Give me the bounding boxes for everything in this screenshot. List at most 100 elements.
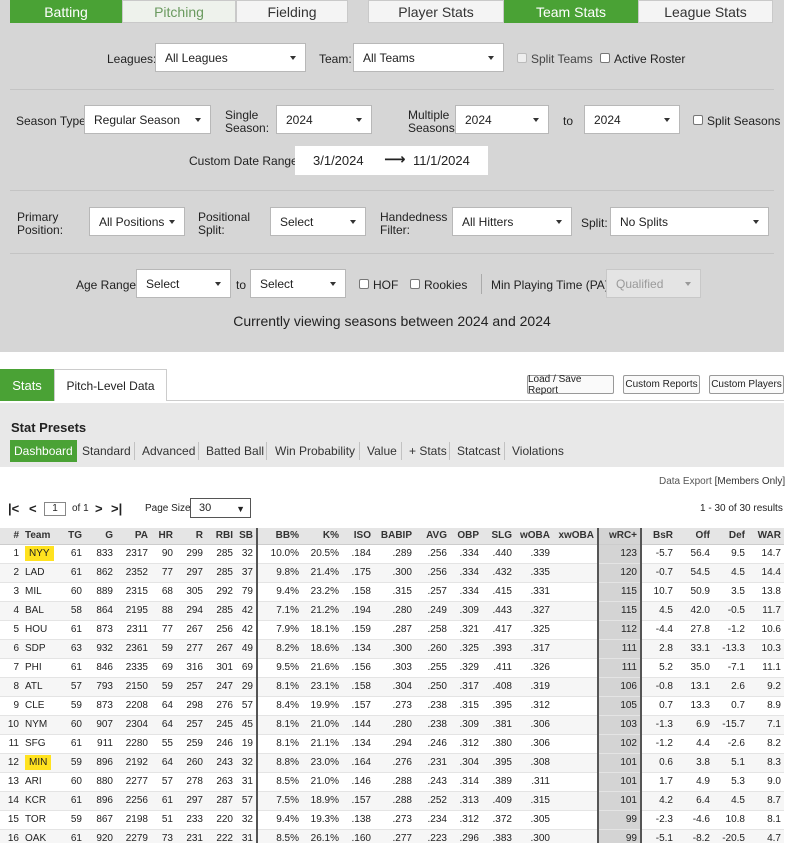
highlighted-team[interactable]: NYY (25, 546, 54, 561)
split-seasons-checkbox[interactable] (693, 115, 703, 125)
preset-standard[interactable]: Standard (82, 440, 131, 462)
primary-position-select[interactable]: All Positions (89, 207, 185, 236)
season-type-select[interactable]: Regular Season (84, 105, 211, 134)
team-link[interactable]: BAL (22, 601, 56, 621)
team-link[interactable]: SFG (22, 734, 56, 754)
data-export-link[interactable]: Data Export (659, 476, 712, 487)
team-link[interactable]: LAD (22, 563, 56, 583)
multiple-seasons-to-select[interactable]: 2024 (584, 105, 680, 134)
table-cell: 246 (206, 734, 236, 754)
team-link[interactable]: PHI (22, 658, 56, 678)
column-header-off[interactable]: Off (676, 528, 713, 545)
tab-team-stats[interactable]: Team Stats (504, 0, 638, 23)
preset-value[interactable]: Value (367, 440, 397, 462)
preset-batted-ball[interactable]: Batted Ball (206, 440, 264, 462)
team-link[interactable]: CLE (22, 696, 56, 716)
column-header-woba[interactable]: wOBA (515, 528, 553, 545)
leagues-select[interactable]: All Leagues (155, 43, 306, 72)
age-to-select[interactable]: Select (250, 269, 346, 298)
team-link[interactable]: MIN (22, 753, 56, 773)
column-header-bsr[interactable]: BsR (640, 528, 676, 545)
table-cell: 42 (236, 620, 257, 640)
column-header-pa[interactable]: PA (116, 528, 151, 545)
team-link[interactable]: NYY (22, 544, 56, 564)
table-cell: -0.7 (640, 563, 676, 583)
team-link[interactable]: SDP (22, 639, 56, 659)
custom-reports-button[interactable]: Custom Reports (623, 375, 700, 394)
preset-win-probability[interactable]: Win Probability (275, 440, 355, 462)
column-header-tg[interactable]: TG (56, 528, 85, 545)
preset-violations[interactable]: Violations (512, 440, 564, 462)
tab-batting[interactable]: Batting (10, 0, 122, 23)
custom-players-button[interactable]: Custom Players (709, 375, 784, 394)
first-page-icon[interactable]: |< (8, 501, 19, 516)
page-number-input[interactable]: 1 (44, 502, 66, 516)
table-cell: -13.3 (713, 639, 748, 659)
table-cell: 8.2 (748, 734, 784, 754)
tab-player-stats[interactable]: Player Stats (368, 0, 504, 23)
column-header-avg[interactable]: AVG (415, 528, 450, 545)
last-page-icon[interactable]: >| (111, 501, 122, 516)
team-link[interactable]: OAK (22, 829, 56, 843)
page-size-select[interactable]: 30 ▼ (190, 498, 251, 518)
prev-page-icon[interactable]: < (29, 501, 37, 516)
table-row: 1 NYY 61 833 2317 90 299 285 32 10.0% 20.5% .184.28… (0, 544, 784, 564)
page-count-text: of 1 (72, 503, 89, 514)
column-header-babip[interactable]: BABIP (374, 528, 415, 545)
table-cell: .276 (374, 753, 415, 773)
active-roster-checkbox[interactable] (600, 53, 610, 63)
column-header-hr[interactable]: HR (151, 528, 176, 545)
hof-checkbox[interactable] (359, 279, 369, 289)
column-header-[interactable]: # (0, 528, 22, 545)
column-header-wrc[interactable]: wRC+ (597, 528, 641, 545)
split-teams-checkbox[interactable] (517, 53, 527, 63)
positional-split-select[interactable]: Select (270, 207, 366, 236)
tab-stats[interactable]: Stats (0, 369, 54, 401)
column-header-obp[interactable]: OBP (450, 528, 482, 545)
tab-fielding[interactable]: Fielding (236, 0, 348, 23)
load-save-report-button[interactable]: Load / Save Report (527, 374, 614, 396)
team-link[interactable]: KCR (22, 791, 56, 811)
age-from-select[interactable]: Select (136, 269, 231, 298)
highlighted-team[interactable]: MIN (25, 755, 52, 770)
column-header-xwoba[interactable]: xwOBA (553, 528, 598, 545)
custom-date-range[interactable]: 3/1/2024 ⟶ 11/1/2024 (295, 146, 488, 175)
handedness-select[interactable]: All Hitters (452, 207, 572, 236)
date-to-input[interactable]: 11/1/2024 (413, 153, 470, 168)
column-header-team[interactable]: Team (22, 528, 56, 545)
date-from-input[interactable]: 3/1/2024 (313, 153, 364, 168)
next-page-icon[interactable]: > (95, 501, 103, 516)
rookies-checkbox[interactable] (410, 279, 420, 289)
column-header-bb[interactable]: BB% (256, 528, 302, 545)
column-header-sb[interactable]: SB (236, 528, 257, 545)
team-link[interactable]: ATL (22, 677, 56, 697)
team-link[interactable]: TOR (22, 810, 56, 830)
column-header-g[interactable]: G (85, 528, 116, 545)
split-select[interactable]: No Splits (610, 207, 769, 236)
table-cell: 285 (206, 544, 236, 564)
column-header-rbi[interactable]: RBI (206, 528, 236, 545)
single-season-select[interactable]: 2024 (276, 105, 372, 134)
table-cell: 2192 (116, 753, 151, 773)
column-header-war[interactable]: WAR (748, 528, 784, 545)
column-header-r[interactable]: R (176, 528, 206, 545)
preset-advanced[interactable]: Advanced (142, 440, 195, 462)
tab-league-stats[interactable]: League Stats (638, 0, 773, 23)
multiple-seasons-from-select[interactable]: 2024 (455, 105, 549, 134)
min-playing-time-select[interactable]: Qualified (606, 269, 701, 298)
preset-plus-stats[interactable]: + Stats (409, 440, 447, 462)
preset-statcast[interactable]: Statcast (457, 440, 500, 462)
column-header-k[interactable]: K% (302, 528, 342, 545)
team-link[interactable]: ARI (22, 772, 56, 792)
team-link[interactable]: NYM (22, 715, 56, 735)
team-link[interactable]: HOU (22, 620, 56, 640)
column-header-def[interactable]: Def (713, 528, 748, 545)
column-header-iso[interactable]: ISO (342, 528, 374, 545)
team-link[interactable]: MIL (22, 582, 56, 602)
tab-pitch-level-data[interactable]: Pitch-Level Data (54, 369, 167, 401)
team-select[interactable]: All Teams (353, 43, 504, 72)
data-export[interactable]: Data Export [Members Only] (659, 476, 785, 487)
preset-dashboard[interactable]: Dashboard (10, 440, 77, 462)
tab-pitching[interactable]: Pitching (122, 0, 236, 23)
column-header-slg[interactable]: SLG (482, 528, 515, 545)
